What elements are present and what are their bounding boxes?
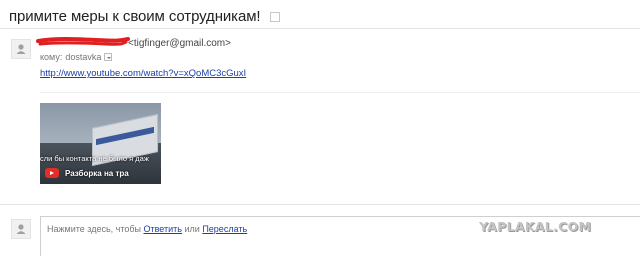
sender-email[interactable]: <tigfinger@gmail.com> [128, 38, 231, 49]
to-value: dostavka [65, 52, 102, 62]
person-icon [16, 44, 26, 54]
to-label: кому: [40, 52, 63, 62]
recipient-row: кому: dostavka [40, 51, 113, 63]
reply-prefix: Нажмите здесь, чтобы [47, 224, 141, 234]
video-title: Разборка на тра [65, 168, 129, 178]
details-dropdown-button[interactable] [104, 53, 113, 61]
subject-row: примите меры к своим сотрудникам! [9, 6, 281, 26]
youtube-link[interactable]: http://www.youtube.com/watch?v=xQoMC3cGu… [40, 68, 246, 79]
youtube-play-icon[interactable] [45, 168, 59, 178]
video-thumbnail[interactable]: сли бы контакта не было я даж Разборка н… [40, 103, 161, 184]
email-subject: примите меры к своим сотрудникам! [9, 7, 261, 25]
reply-avatar [11, 219, 31, 239]
label-checkbox[interactable] [270, 12, 281, 22]
sender-avatar [11, 39, 31, 59]
reply-divider [0, 204, 640, 205]
watermark-logo: YAPLAKAL.COM [479, 219, 592, 234]
forward-link[interactable]: Переслать [202, 224, 247, 234]
header-divider [0, 28, 640, 29]
sender-row: <tigfinger@gmail.com> [36, 36, 231, 50]
video-title-row: Разборка на тра [45, 168, 129, 178]
reply-link[interactable]: Ответить [144, 224, 182, 234]
reply-or: или [184, 224, 200, 234]
sender-name-redacted [36, 36, 130, 49]
body-divider [40, 92, 640, 93]
person-icon [16, 224, 26, 234]
video-caption: сли бы контакта не было я даж [40, 154, 149, 163]
redaction-scribble [36, 36, 130, 46]
reply-prompt: Нажмите здесь, чтобы Ответить или Пересл… [47, 224, 247, 234]
